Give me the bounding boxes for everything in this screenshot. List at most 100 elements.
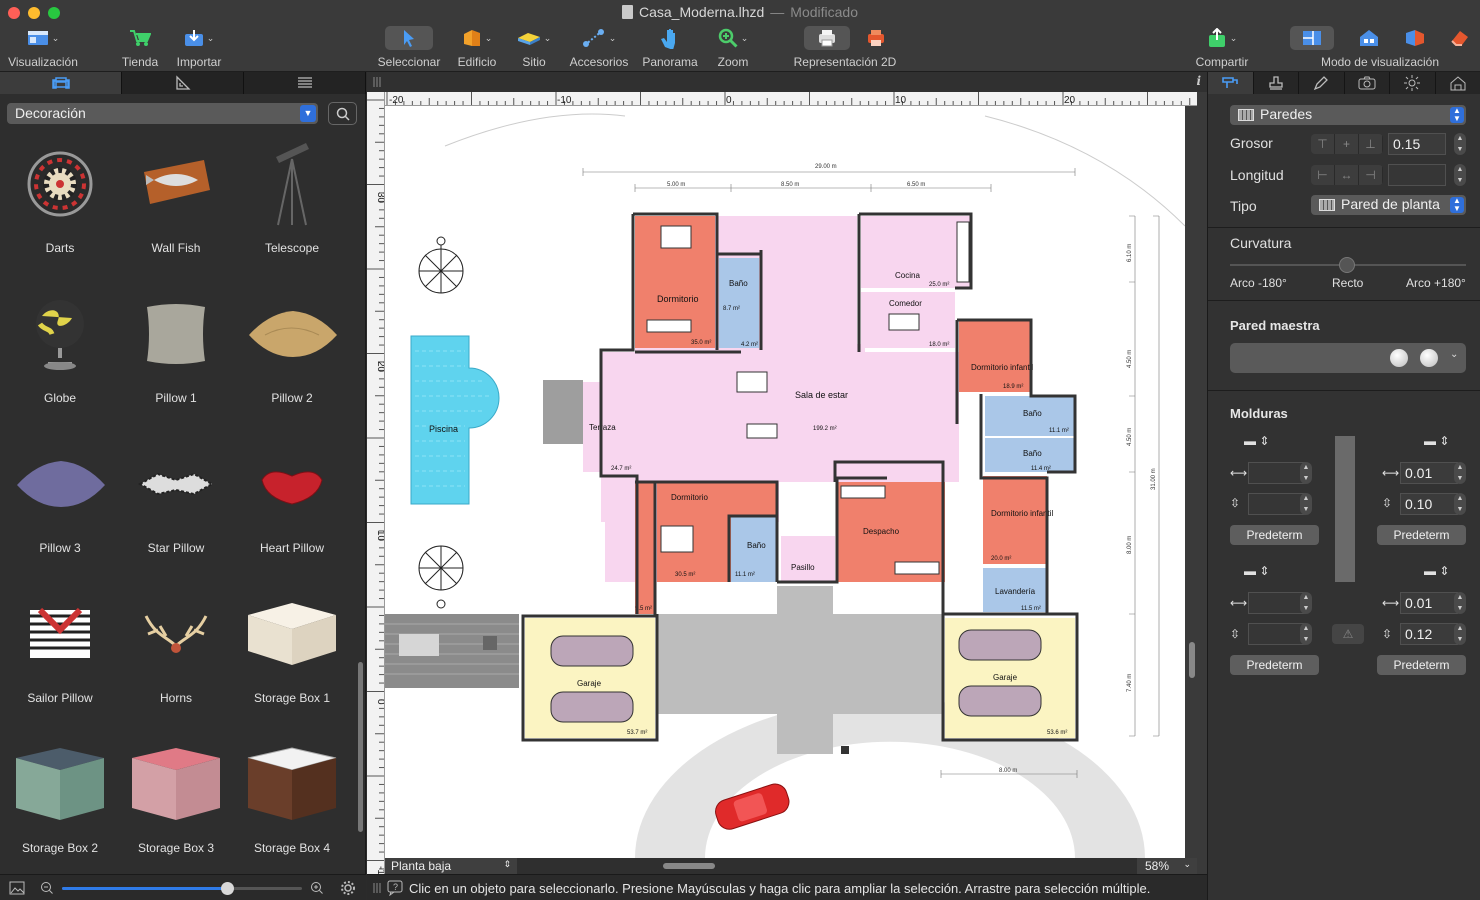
category-select[interactable]: Decoración ▼: [7, 103, 318, 124]
tienda-button[interactable]: Tienda: [118, 26, 162, 69]
level-select[interactable]: Planta baja ⇕: [385, 858, 517, 874]
molding-tl-height-input[interactable]: [1248, 493, 1306, 515]
room-garaje-1[interactable]: Garaje 53.7 m²: [525, 618, 655, 738]
zoom-button[interactable]: ⌄ Zoom: [712, 26, 754, 69]
eraser-view-icon[interactable]: [1450, 29, 1470, 47]
molding-tr-width-input[interactable]: 0.01: [1400, 462, 1458, 484]
tab-furniture[interactable]: [0, 72, 122, 94]
tab-building[interactable]: [1436, 72, 1480, 94]
representacion-2d-button[interactable]: Representación 2D: [790, 26, 900, 69]
tab-materials[interactable]: [1254, 72, 1299, 94]
room-garaje-2[interactable]: Garaje 53.6 m²: [945, 618, 1075, 738]
molding-br-width-stepper[interactable]: ▲ ▼: [1454, 592, 1466, 614]
slider-knob[interactable]: [221, 882, 234, 895]
molding-tl-width-input[interactable]: [1248, 462, 1306, 484]
library-item-telescope[interactable]: Telescope: [234, 134, 350, 284]
visualizacion-button[interactable]: ⌄ Visualización: [8, 26, 78, 69]
library-item-pillow-2[interactable]: Pillow 2: [234, 284, 350, 434]
molding-profile-icon[interactable]: ▬ ⇕: [1424, 434, 1449, 448]
sitio-button[interactable]: ⌄ Sitio: [512, 26, 556, 69]
mailbox[interactable]: [841, 746, 849, 754]
room-lavanderia[interactable]: Lavandería 11.5 m²: [983, 568, 1047, 612]
length-left-icon[interactable]: ⊢: [1311, 165, 1335, 185]
library-scrollbar[interactable]: [358, 662, 363, 832]
molding-bl-height-stepper[interactable]: ▲ ▼: [1300, 623, 1312, 645]
master-wall-material-well[interactable]: ⌄: [1230, 343, 1466, 373]
floor-plan-canvas[interactable]: Piscina Dormitorio 35.0 m² Baño 8.7 m² 4…: [385, 106, 1185, 858]
predeterm-button[interactable]: Predeterm: [1230, 525, 1319, 545]
tree-bottom[interactable]: [418, 545, 464, 609]
library-item-storage-box-3[interactable]: Storage Box 3: [118, 734, 234, 884]
library-item-storage-box-2[interactable]: Storage Box 2: [2, 734, 118, 884]
split-handle-icon[interactable]: [373, 76, 381, 88]
molding-tr-width-stepper[interactable]: ▲ ▼: [1454, 462, 1466, 484]
molding-bl-width-stepper[interactable]: ▲ ▼: [1300, 592, 1312, 614]
room-cocina[interactable]: Cocina 25.0 m²: [861, 216, 971, 288]
room-bano-4[interactable]: Baño 11.1 m²: [731, 516, 777, 582]
grosor-input[interactable]: 0.15: [1388, 133, 1446, 155]
room-bano-1[interactable]: Baño 8.7 m² 4.2 m²: [719, 258, 759, 348]
room-despacho[interactable]: Despacho: [837, 482, 945, 582]
compartir-button[interactable]: ⌄ Compartir: [1192, 26, 1252, 69]
info-icon[interactable]: i: [1196, 74, 1201, 88]
predeterm-button[interactable]: Predeterm: [1377, 655, 1466, 675]
tab-light[interactable]: [1390, 72, 1436, 94]
thumbnail-size-slider[interactable]: [62, 882, 302, 895]
view-plan-button[interactable]: [1290, 26, 1334, 50]
molding-tr-height-stepper[interactable]: ▲ ▼: [1454, 493, 1466, 515]
zoom-select[interactable]: 58% ⌄: [1137, 858, 1197, 874]
search-button[interactable]: [328, 102, 357, 125]
molding-br-width-input[interactable]: 0.01: [1400, 592, 1458, 614]
help-bubble-icon[interactable]: ?: [387, 880, 403, 896]
molding-tl-height-stepper[interactable]: ▲ ▼: [1300, 493, 1312, 515]
library-item-pillow-1[interactable]: Pillow 1: [118, 284, 234, 434]
tab-edit[interactable]: [1299, 72, 1345, 94]
library-item-pillow-3[interactable]: Pillow 3: [2, 434, 118, 584]
room-pasillo[interactable]: Pasillo: [781, 536, 835, 582]
tab-camera[interactable]: [1345, 72, 1390, 94]
longitud-input[interactable]: [1388, 164, 1446, 186]
split-handle-icon[interactable]: [373, 882, 381, 894]
predeterm-button[interactable]: Predeterm: [1230, 655, 1319, 675]
library-item-storage-box-1[interactable]: Storage Box 1: [234, 584, 350, 734]
molding-profile-icon[interactable]: ▬ ⇕: [1244, 564, 1269, 578]
align-top-icon[interactable]: ⊤: [1311, 134, 1335, 154]
align-center-icon[interactable]: +: [1335, 134, 1359, 154]
molding-tr-height-input[interactable]: 0.10: [1400, 493, 1458, 515]
zoom-out-icon[interactable]: [40, 881, 54, 895]
library-item-globe[interactable]: Globe: [2, 284, 118, 434]
predeterm-button[interactable]: Predeterm: [1377, 525, 1466, 545]
room-bano-3[interactable]: Baño 11.4 m²: [985, 438, 1075, 472]
floor-plan[interactable]: Piscina Dormitorio 35.0 m² Baño 8.7 m² 4…: [385, 106, 1185, 858]
panorama-button[interactable]: Panorama: [642, 26, 698, 69]
importar-button[interactable]: ⌄ Importar: [174, 26, 224, 69]
tab-styles[interactable]: [122, 72, 244, 94]
thickness-align-control[interactable]: ⊤ + ⊥: [1311, 134, 1383, 154]
seleccionar-button[interactable]: Seleccionar: [376, 26, 442, 69]
molding-profile-icon[interactable]: ▬ ⇕: [1244, 434, 1269, 448]
molding-tl-width-stepper[interactable]: ▲ ▼: [1300, 462, 1312, 484]
gear-icon[interactable]: [340, 880, 356, 896]
grosor-stepper[interactable]: ▲ ▼: [1454, 133, 1466, 155]
library-item-sailor-pillow[interactable]: Sailor Pillow: [2, 584, 118, 734]
length-right-icon[interactable]: ⊣: [1359, 165, 1383, 185]
room-dormitorio-1[interactable]: Dormitorio 35.0 m²: [635, 216, 715, 348]
room-comedor[interactable]: Comedor 18.0 m²: [861, 292, 955, 348]
zoom-in-icon[interactable]: [310, 881, 324, 895]
tab-wall-settings[interactable]: [1208, 72, 1254, 94]
room-terraza[interactable]: Terraza 24.7 m²: [583, 382, 637, 472]
wooden-deck[interactable]: [385, 614, 519, 688]
house-3d-icon[interactable]: [1358, 29, 1380, 47]
split-view-icon[interactable]: [1404, 29, 1426, 47]
room-bano-2[interactable]: Baño 11.1 m²: [985, 396, 1075, 436]
molding-bl-width-input[interactable]: [1248, 592, 1306, 614]
molding-profile-icon[interactable]: ▬ ⇕: [1424, 564, 1449, 578]
library-item-heart-pillow[interactable]: Heart Pillow: [234, 434, 350, 584]
molding-br-height-input[interactable]: 0.12: [1400, 623, 1458, 645]
material-swatch-left[interactable]: [1390, 349, 1408, 367]
library-item-wall-fish[interactable]: Wall Fish: [118, 134, 234, 284]
library-item-star-pillow[interactable]: Star Pillow: [118, 434, 234, 584]
room-dormitorio-infantil-2[interactable]: Dormitorio infantil 20.0 m²: [983, 476, 1053, 564]
longitud-stepper[interactable]: ▲ ▼: [1454, 164, 1466, 186]
canvas-horizontal-scrollbar[interactable]: [663, 863, 715, 869]
